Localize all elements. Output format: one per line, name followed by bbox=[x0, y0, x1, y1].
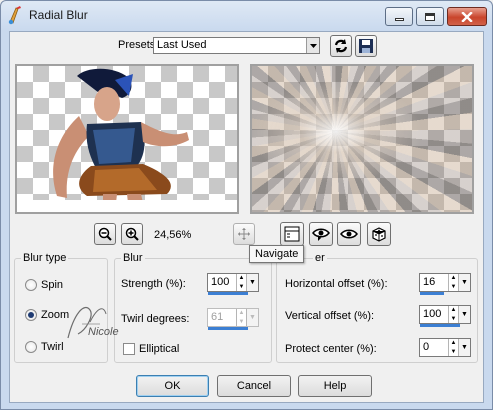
help-button[interactable]: Help bbox=[298, 375, 372, 397]
chevron-down-icon[interactable]: ▼ bbox=[246, 274, 258, 291]
radio-spin[interactable]: Spin bbox=[25, 279, 63, 291]
blur-type-title: Blur type bbox=[21, 252, 69, 264]
h-offset-stepper[interactable]: ▲ ▼ bbox=[448, 274, 458, 291]
original-preview[interactable] bbox=[15, 64, 239, 214]
radio-circle[interactable] bbox=[25, 279, 37, 291]
zoom-out-button[interactable] bbox=[94, 223, 116, 245]
layers-icon bbox=[284, 226, 300, 242]
randomize-button[interactable] bbox=[367, 222, 391, 246]
result-preview[interactable] bbox=[250, 64, 474, 214]
maximize-button[interactable] bbox=[416, 7, 444, 26]
elliptical-label: Elliptical bbox=[139, 343, 180, 355]
navigate-tooltip: Navigate bbox=[249, 245, 305, 263]
h-offset-input[interactable]: 16 ▲ ▼ ▼ bbox=[419, 273, 471, 295]
zoom-level: 24,56% bbox=[154, 229, 192, 241]
v-offset-input[interactable]: 100 ▲ ▼ ▼ bbox=[419, 305, 471, 327]
twirl-slider[interactable] bbox=[208, 327, 248, 330]
maximize-icon bbox=[425, 12, 435, 21]
floppy-disk-icon bbox=[359, 39, 373, 53]
v-offset-slider[interactable] bbox=[420, 324, 460, 327]
radio-circle[interactable] bbox=[25, 341, 37, 353]
eye-pointer-icon bbox=[312, 228, 330, 241]
v-offset-label: Vertical offset (%): bbox=[285, 310, 375, 322]
dialog-window: Radial Blur Presets: Last Used 24,56% Na… bbox=[0, 0, 493, 410]
reset-preset-button[interactable] bbox=[330, 35, 352, 57]
center-group: er Horizontal offset (%): 16 ▲ ▼ ▼ Vertic… bbox=[276, 252, 478, 363]
radio-label: Spin bbox=[41, 279, 64, 291]
v-offset-stepper[interactable]: ▲ ▼ bbox=[448, 306, 458, 323]
presets-value: Last Used bbox=[157, 39, 207, 51]
strength-slider[interactable] bbox=[208, 292, 248, 295]
center-title: er bbox=[313, 252, 327, 264]
chevron-down-icon bbox=[306, 38, 319, 53]
h-offset-label: Horizontal offset (%): bbox=[285, 278, 388, 290]
dice-icon bbox=[372, 227, 386, 242]
twirl-label: Twirl degrees: bbox=[121, 313, 190, 325]
navigate-button[interactable] bbox=[233, 223, 255, 245]
blur-group: Blur Strength (%): 100 ▲ ▼ ▼ Twirl degree… bbox=[114, 252, 272, 363]
h-offset-slider[interactable] bbox=[420, 292, 444, 295]
auto-proof-button[interactable] bbox=[337, 222, 361, 246]
minimize-icon bbox=[394, 18, 404, 21]
twirl-input[interactable]: 61 ▲ ▼ ▼ bbox=[207, 308, 259, 330]
protect-stepper[interactable]: ▲ ▼ bbox=[448, 339, 458, 356]
strength-input[interactable]: 100 ▲ ▼ ▼ bbox=[207, 273, 259, 295]
twirl-value: 61 bbox=[211, 311, 224, 323]
window-title: Radial Blur bbox=[29, 8, 88, 22]
eye-icon bbox=[340, 229, 358, 239]
blur-title: Blur bbox=[121, 252, 145, 264]
protect-label: Protect center (%): bbox=[285, 343, 377, 355]
proof-button[interactable] bbox=[309, 222, 333, 246]
cancel-button[interactable]: Cancel bbox=[217, 375, 291, 397]
dialog-client-area: Presets: Last Used 24,56% Navigate Blur … bbox=[9, 31, 484, 403]
v-offset-value: 100 bbox=[423, 308, 442, 320]
woman-figure-image bbox=[53, 68, 189, 212]
move-arrows-icon bbox=[238, 228, 250, 240]
chevron-down-icon[interactable]: ▼ bbox=[458, 306, 470, 323]
close-button[interactable] bbox=[447, 7, 487, 26]
radio-circle[interactable] bbox=[25, 309, 37, 321]
chevron-down-icon[interactable]: ▼ bbox=[458, 339, 470, 356]
reset-arrows-icon bbox=[334, 39, 348, 53]
chevron-down-icon[interactable]: ▼ bbox=[246, 309, 258, 326]
zoom-in-button[interactable] bbox=[121, 223, 143, 245]
layer-options-button[interactable] bbox=[280, 222, 304, 246]
protect-value: 0 bbox=[423, 341, 430, 353]
zoom-in-icon bbox=[125, 227, 139, 241]
twirl-stepper[interactable]: ▲ ▼ bbox=[236, 309, 246, 326]
paint-shop-icon bbox=[7, 5, 25, 25]
chevron-down-icon[interactable]: ▼ bbox=[458, 274, 470, 291]
protect-input[interactable]: 0 ▲ ▼ ▼ bbox=[419, 338, 471, 357]
close-icon bbox=[461, 11, 473, 22]
radio-twirl[interactable]: Twirl bbox=[25, 341, 64, 353]
strength-stepper[interactable]: ▲ ▼ bbox=[236, 274, 246, 291]
save-preset-button[interactable] bbox=[355, 35, 377, 57]
elliptical-checkbox[interactable] bbox=[123, 343, 135, 355]
h-offset-value: 16 bbox=[423, 276, 436, 288]
strength-value: 100 bbox=[211, 276, 230, 288]
presets-dropdown[interactable]: Last Used bbox=[153, 37, 320, 54]
strength-label: Strength (%): bbox=[121, 278, 186, 290]
ok-button[interactable]: OK bbox=[136, 375, 209, 397]
title-bar[interactable]: Radial Blur bbox=[1, 1, 492, 31]
watermark-text: Nicole bbox=[88, 326, 119, 338]
minimize-button[interactable] bbox=[385, 7, 413, 26]
zoom-out-icon bbox=[98, 227, 112, 241]
